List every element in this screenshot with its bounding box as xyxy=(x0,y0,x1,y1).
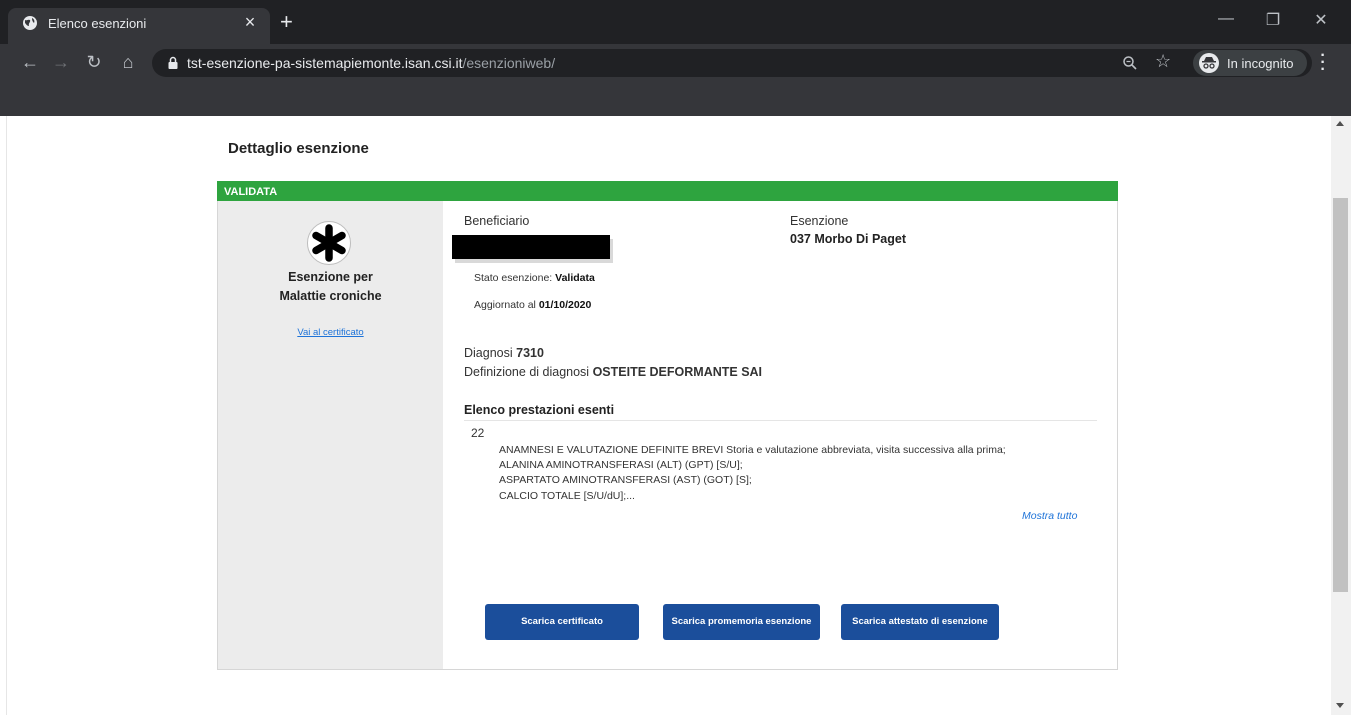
diagnosis-label: Diagnosi xyxy=(464,346,513,360)
page-edge xyxy=(0,116,7,715)
download-certificate-button[interactable]: Scarica certificato xyxy=(485,604,639,640)
services-title: Elenco prestazioni esenti xyxy=(464,403,615,417)
beneficiary-label: Beneficiario xyxy=(464,214,530,228)
certificate-link[interactable]: Vai al certificato xyxy=(218,327,443,338)
exemption-value: 037 Morbo Di Paget xyxy=(790,232,906,246)
updated-label: Aggiornato al xyxy=(474,299,536,311)
url-path: /esenzioniweb/ xyxy=(462,55,556,71)
definition-label: Definizione di diagnosi xyxy=(464,365,590,379)
scroll-up-arrow-icon[interactable] xyxy=(1336,121,1344,126)
beneficiary-redacted xyxy=(452,235,610,259)
scroll-down-arrow-icon[interactable] xyxy=(1336,703,1344,708)
star-icon[interactable]: ☆ xyxy=(1155,51,1171,72)
forward-icon[interactable]: → xyxy=(50,50,72,74)
page-title: Dettaglio esenzione xyxy=(228,140,369,157)
status-bar xyxy=(217,181,1118,201)
diagnosis-value: 7310 xyxy=(516,346,544,360)
list-item: ALANINA AMINOTRANSFERASI (ALT) (GPT) [S/… xyxy=(499,459,743,472)
bookmark-bar xyxy=(0,82,1351,116)
plus-icon[interactable]: + xyxy=(280,11,293,33)
globe-icon xyxy=(23,16,37,30)
updated-row: Aggiornato al 01/10/2020 xyxy=(474,299,591,311)
definition-row: Definizione di diagnosi OSTEITE DEFORMAN… xyxy=(464,365,762,379)
services-list: ANAMNESI E VALUTAZIONE DEFINITE BREVI St… xyxy=(499,443,1099,504)
tab-title: Elenco esenzioni xyxy=(48,16,147,31)
diagnosis-row: Diagnosi 7310 xyxy=(464,346,544,360)
url-text[interactable]: tst-esenzione-pa-sistemapiemonte.isan.cs… xyxy=(187,55,555,71)
asterisk-icon xyxy=(307,221,351,265)
incognito-icon xyxy=(1199,53,1219,73)
exemption-type-title: Esenzione per Malattie croniche xyxy=(218,268,443,306)
download-attestation-button[interactable]: Scarica attestato di esenzione xyxy=(841,604,999,640)
back-icon[interactable]: ← xyxy=(19,50,41,74)
status-value: Validata xyxy=(555,272,595,284)
exemption-type-line1: Esenzione per xyxy=(288,270,373,284)
status-row: Stato esenzione: Validata xyxy=(474,272,595,284)
zoom-icon[interactable] xyxy=(1122,55,1138,71)
list-item: ASPARTATO AMINOTRANSFERASI (AST) (GOT) [… xyxy=(499,474,752,487)
list-item: ANAMNESI E VALUTAZIONE DEFINITE BREVI St… xyxy=(499,444,1006,456)
url-host: tst-esenzione-pa-sistemapiemonte.isan.cs… xyxy=(187,55,463,71)
reload-icon[interactable]: ↻ xyxy=(83,50,105,74)
restore-icon[interactable]: ❐ xyxy=(1258,10,1288,30)
menu-icon[interactable]: · · · xyxy=(1318,48,1328,78)
definition-value: OSTEITE DEFORMANTE SAI xyxy=(592,365,763,379)
services-count: 22 xyxy=(471,426,485,440)
incognito-label: In incognito xyxy=(1227,56,1294,71)
scrollbar-thumb[interactable] xyxy=(1333,198,1348,592)
close-icon[interactable]: × xyxy=(240,12,260,32)
show-all-link[interactable]: Mostra tutto xyxy=(1022,510,1077,522)
minimize-icon[interactable]: — xyxy=(1211,10,1241,28)
status-badge: VALIDATA xyxy=(224,186,278,198)
home-icon[interactable]: ⌂ xyxy=(117,50,139,74)
download-reminder-button[interactable]: Scarica promemoria esenzione xyxy=(663,604,820,640)
status-label: Stato esenzione: xyxy=(474,272,553,284)
section-divider xyxy=(464,420,1097,421)
list-item: CALCIO TOTALE [S/U/dU];... xyxy=(499,489,635,502)
exemption-label: Esenzione xyxy=(790,214,849,228)
lock-icon xyxy=(168,56,178,69)
exemption-type-line2: Malattie croniche xyxy=(279,289,382,303)
window-close-icon[interactable]: ✕ xyxy=(1306,10,1336,30)
updated-value: 01/10/2020 xyxy=(538,299,592,311)
